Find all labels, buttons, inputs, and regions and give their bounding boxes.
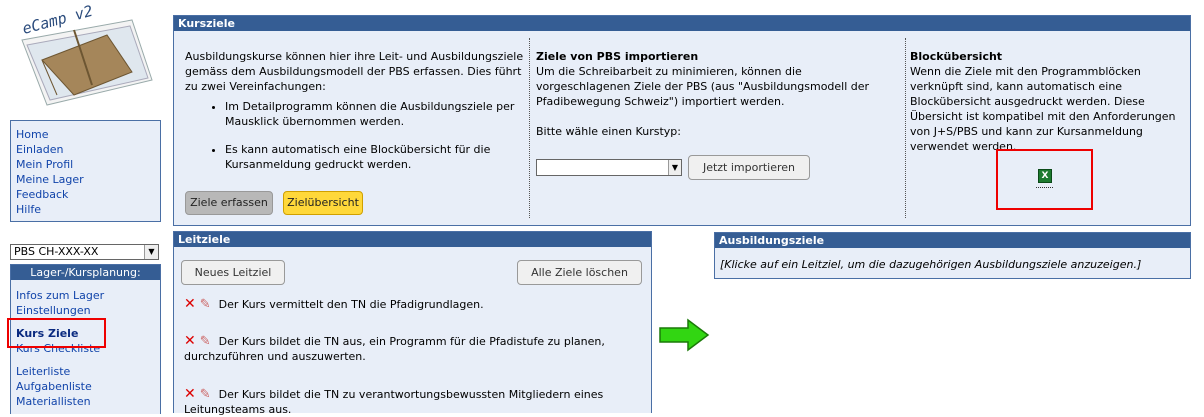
nav-hilfe[interactable]: Hilfe [16,202,160,217]
ausbildungsziele-hint: [Klicke auf ein Leitziel, um die dazugeh… [720,258,1142,271]
import-text: Um die Schreibarbeit zu minimieren, könn… [536,65,870,108]
zieluebersicht-button[interactable]: Zielübersicht [283,191,363,215]
camp-select-value: PBS CH-XXX-XX [14,245,99,258]
nav-feedback[interactable]: Feedback [16,187,160,202]
dropdown-arrow-icon[interactable]: ▼ [144,245,158,259]
camp-select[interactable]: PBS CH-XXX-XX ▼ [10,244,159,260]
import-prompt: Bitte wähle einen Kurstyp: [536,125,681,138]
ziele-erfassen-button[interactable]: Ziele erfassen [185,191,273,215]
kursziele-bullet: Im Detailprogramm können die Ausbildungs… [225,99,527,129]
highlight-box-excel [996,149,1093,210]
arrow-right-icon [658,318,710,355]
block-title: Blockübersicht [910,50,1003,63]
kurstyp-select[interactable]: ▼ [536,159,682,176]
nav-leiterliste[interactable]: Leiterliste [16,364,160,379]
highlight-box-kurs-ziele [7,318,106,348]
kursziele-intro: Ausbildungskurse können hier ihre Leit- … [185,50,524,93]
kursziele-intro-column: Ausbildungskurse können hier ihre Leit- … [185,49,527,172]
dropdown-arrow-icon[interactable]: ▼ [668,160,681,175]
jetzt-importieren-button[interactable]: Jetzt importieren [688,155,810,180]
kursziele-panel: Kursziele Ausbildungskurse können hier i… [173,15,1191,226]
nav-mein-profil[interactable]: Mein Profil [16,157,160,172]
leitziel-text: Der Kurs bildet die TN zu verantwortungs… [184,388,604,416]
edit-pencil-icon[interactable]: ✎ [200,334,211,349]
ecamp-logo[interactable]: eCamp v2 [2,0,157,108]
leitziel-text: Der Kurs bildet die TN aus, ein Programm… [184,335,605,363]
import-column: Ziele von PBS importieren Um die Schreib… [536,49,896,139]
nav-meine-lager[interactable]: Meine Lager [16,172,160,187]
kursziele-bullet: Es kann automatisch eine Blockübersicht … [225,142,527,172]
edit-pencil-icon[interactable]: ✎ [200,387,211,402]
delete-icon[interactable]: ✕ [184,333,196,349]
alle-ziele-loeschen-button[interactable]: Alle Ziele löschen [517,260,642,285]
nav-infos-lager[interactable]: Infos zum Lager [16,288,160,303]
nav-materiallisten[interactable]: Materiallisten [16,394,160,409]
leitziel-item[interactable]: ✕ ✎ Der Kurs vermittelt den TN die Pfadigr… [184,296,644,313]
camp-nav-header: Lager-/Kursplanung: [11,265,160,280]
block-text: Wenn die Ziele mit den Programmblöcken v… [910,65,1176,153]
leitziel-text: Der Kurs vermittelt den TN die Pfadigrun… [218,298,484,311]
ausbildungsziele-title: Ausbildungsziele [715,233,1190,248]
edit-pencil-icon[interactable]: ✎ [200,297,211,312]
delete-icon[interactable]: ✕ [184,386,196,402]
import-title: Ziele von PBS importieren [536,50,699,63]
neues-leitziel-button[interactable]: Neues Leitziel [181,260,285,285]
main-navigation: Home Einladen Mein Profil Meine Lager Fe… [10,120,161,222]
nav-home[interactable]: Home [16,127,160,142]
leitziel-item[interactable]: ✕ ✎ Der Kurs bildet die TN aus, ein Progra… [184,334,644,364]
leitziele-title: Leitziele [174,232,651,247]
kursziele-title: Kursziele [174,16,1190,31]
kursziele-bullets: Im Detailprogramm können die Ausbildungs… [185,99,527,172]
nav-einstellungen[interactable]: Einstellungen [16,303,160,318]
nav-einladen[interactable]: Einladen [16,142,160,157]
column-divider [905,38,906,218]
delete-icon[interactable]: ✕ [184,296,196,312]
ausbildungsziele-panel: Ausbildungsziele [Klicke auf ein Leitzie… [714,232,1191,279]
logo-graphic: eCamp v2 [20,2,153,106]
blockuebersicht-column: Blockübersicht Wenn die Ziele mit den Pr… [910,49,1180,154]
nav-aufgabenliste[interactable]: Aufgabenliste [16,379,160,394]
column-divider [529,38,530,218]
leitziele-panel: Leitziele Neues Leitziel Alle Ziele lösc… [173,231,652,416]
